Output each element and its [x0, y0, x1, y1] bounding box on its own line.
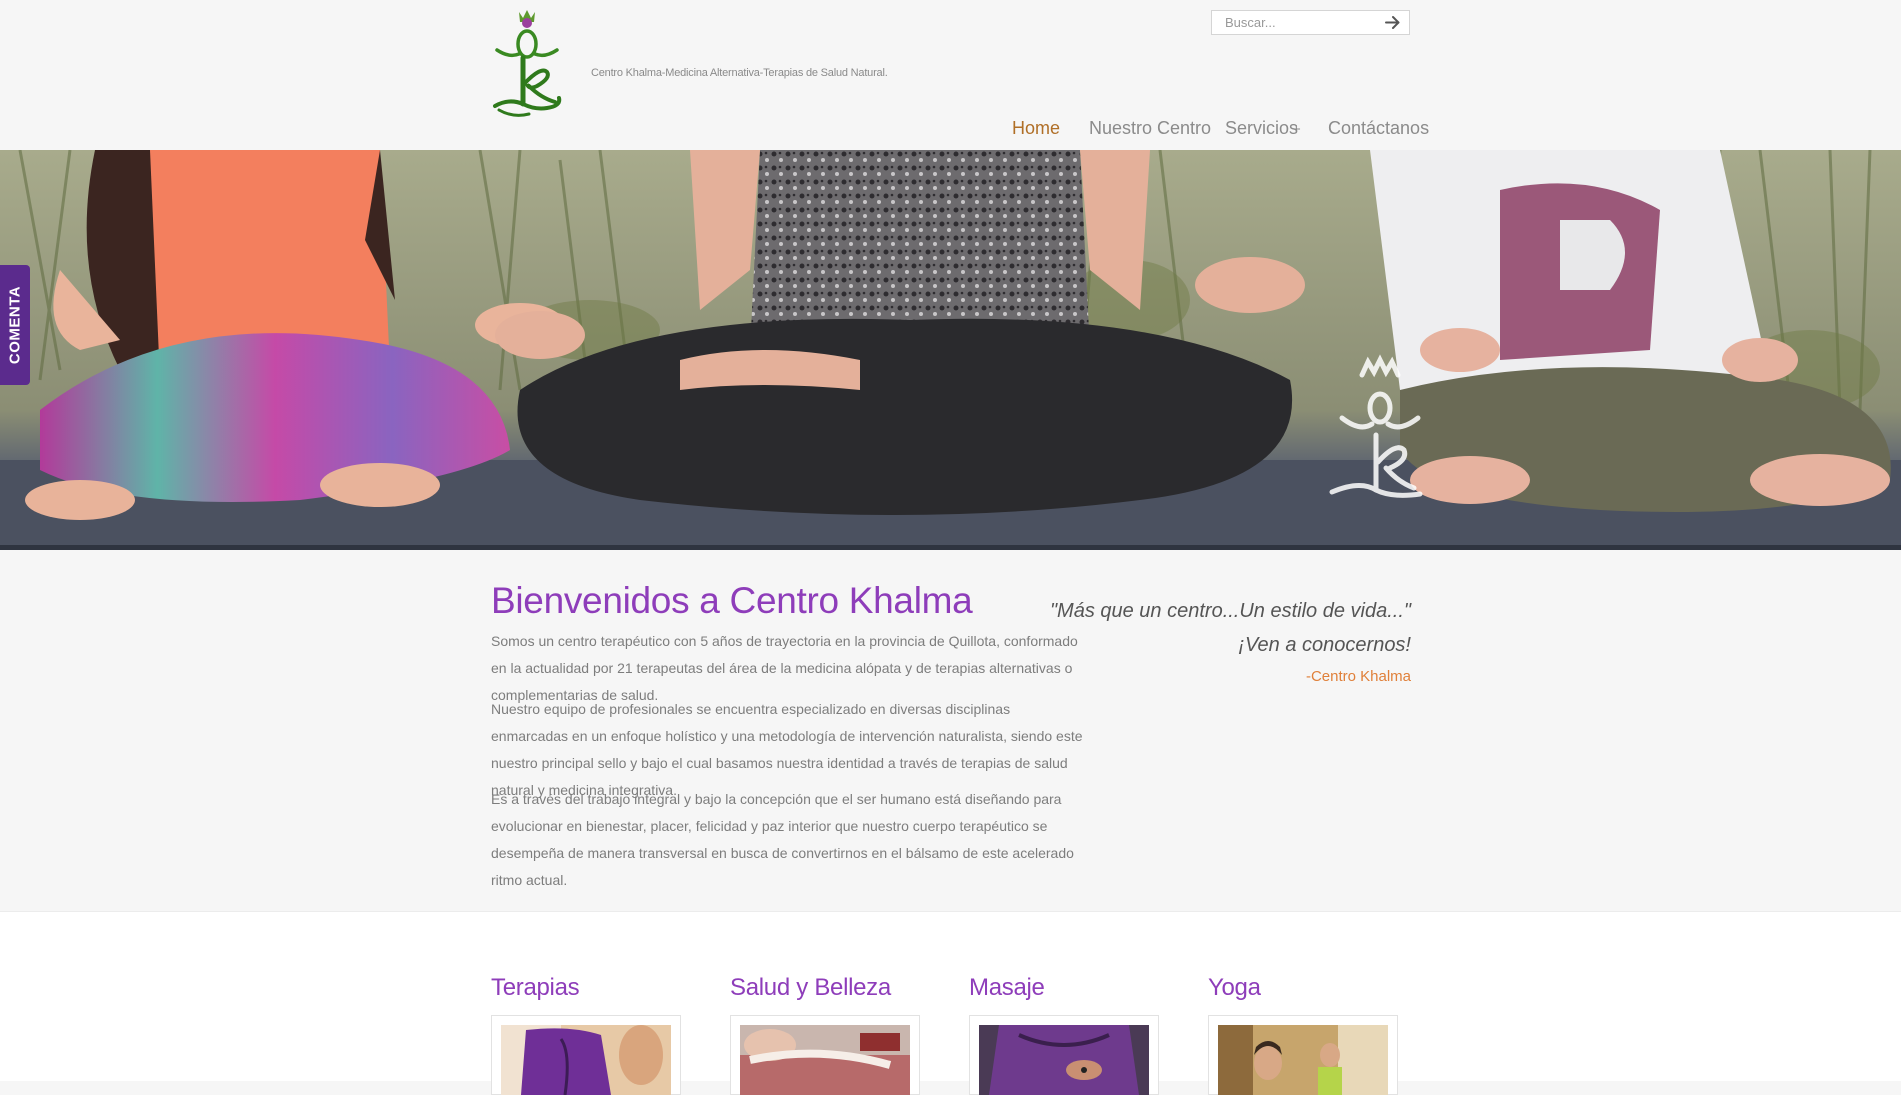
service-card-yoga: Yoga	[1208, 974, 1398, 1095]
service-card-masaje: Masaje	[969, 974, 1159, 1095]
quote-line-2: ¡Ven a conocernos!	[1238, 634, 1411, 656]
welcome-section: Bienvenidos a Centro Khalma Somos un cen…	[0, 550, 1901, 911]
service-thumbnail[interactable]	[730, 1015, 920, 1095]
khalma-logo[interactable]	[489, 6, 565, 118]
service-thumbnail[interactable]	[969, 1015, 1159, 1095]
service-thumbnail[interactable]	[491, 1015, 681, 1095]
submenu-plus-icon[interactable]: +	[1292, 121, 1301, 138]
search-box	[1211, 10, 1410, 35]
masaje-image	[979, 1025, 1149, 1095]
service-title[interactable]: Terapias	[491, 974, 681, 1002]
nav-item-nuestro-centro[interactable]: Nuestro Centro	[1089, 118, 1211, 139]
service-title[interactable]: Yoga	[1208, 974, 1398, 1002]
comenta-label: COMENTA	[6, 285, 24, 365]
quote-line-1: "Más que un centro...Un estilo de vida..…	[1049, 600, 1411, 622]
quote-author: -Centro Khalma	[1305, 668, 1411, 685]
service-thumbnail[interactable]	[1208, 1015, 1398, 1095]
search-input[interactable]	[1212, 11, 1377, 34]
arrow-right-icon[interactable]	[1385, 15, 1401, 30]
service-card-salud-belleza: Salud y Belleza	[730, 974, 920, 1095]
nav-item-servicios[interactable]: Servicios	[1225, 118, 1298, 139]
nav-item-home[interactable]: Home	[1012, 118, 1060, 139]
service-card-terapias: Terapias	[491, 974, 681, 1095]
services-section: Terapias Salud y Belleza Masaje Yoga	[0, 911, 1901, 1095]
site-tagline: Centro Khalma-Medicina Alternativa-Terap…	[591, 67, 888, 79]
hero-yoga-image	[0, 150, 1901, 550]
welcome-paragraph-3: Es a través del trabajo integral y bajo …	[491, 791, 1074, 888]
terapias-image	[501, 1025, 671, 1095]
comenta-tab[interactable]: COMENTA	[0, 265, 30, 385]
welcome-title: Bienvenidos a Centro Khalma	[491, 580, 973, 621]
salud-belleza-image	[740, 1025, 910, 1095]
service-title[interactable]: Salud y Belleza	[730, 974, 920, 1002]
service-title[interactable]: Masaje	[969, 974, 1159, 1002]
nav-item-contactanos[interactable]: Contáctanos	[1328, 118, 1429, 139]
site-header: Centro Khalma-Medicina Alternativa-Terap…	[0, 0, 1901, 150]
hero-banner	[0, 150, 1901, 550]
yoga-image	[1218, 1025, 1388, 1095]
